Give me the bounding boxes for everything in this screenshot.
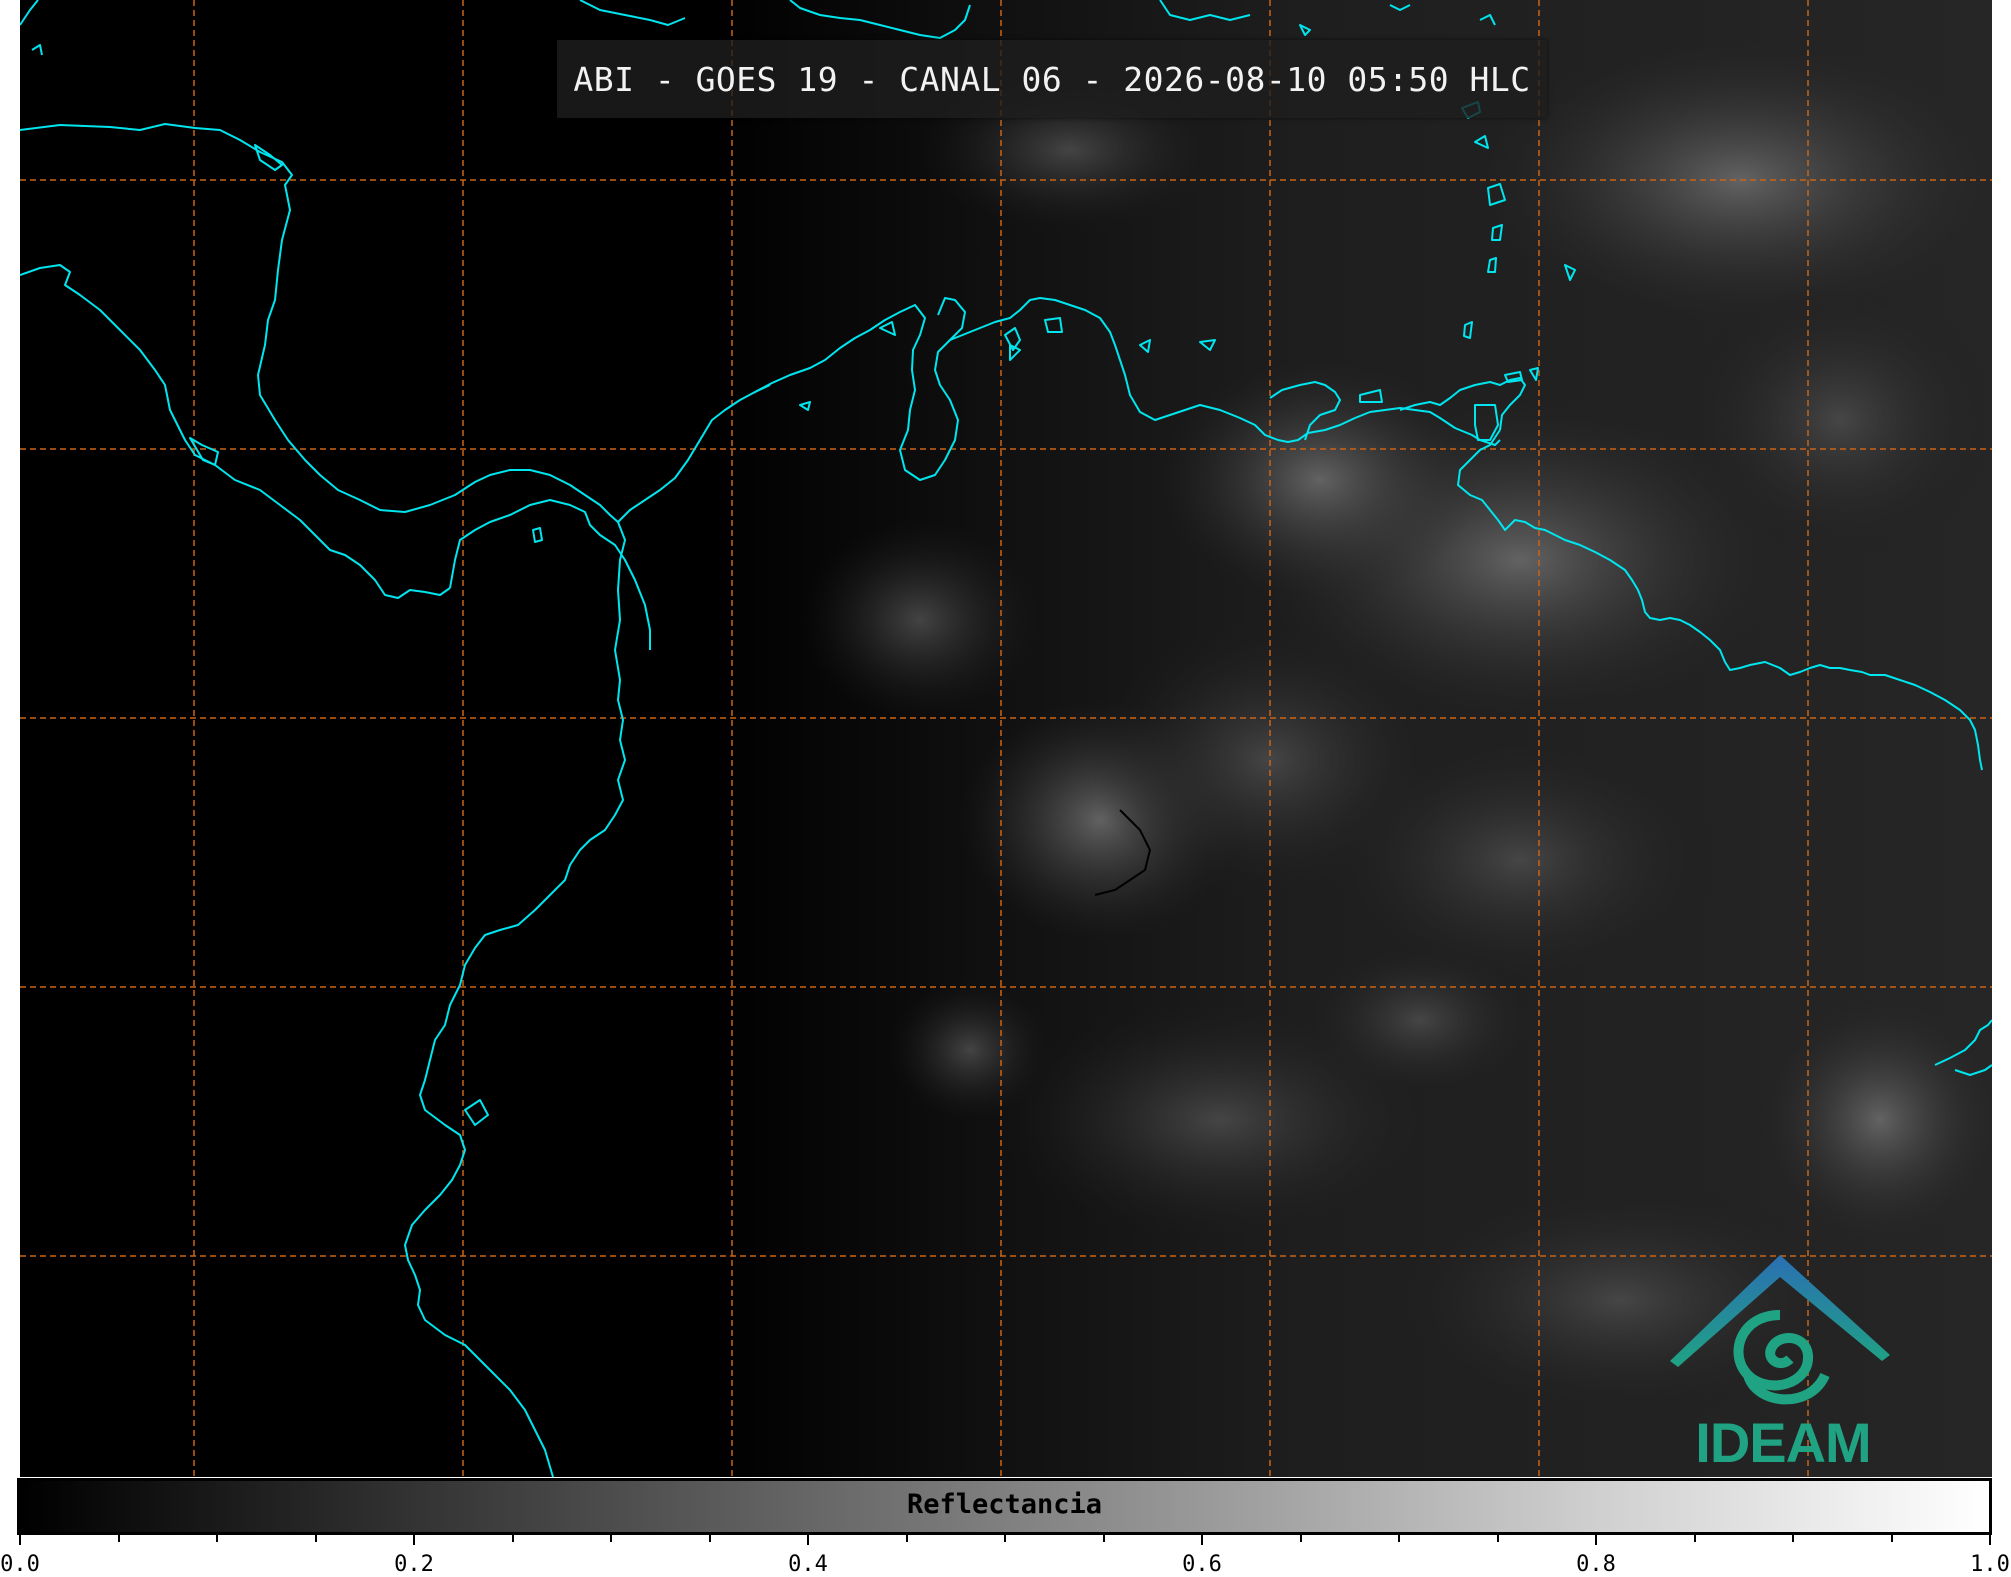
colorbar-tick xyxy=(807,1535,809,1545)
colorbar-tick xyxy=(1102,1535,1105,1542)
colorbar-axis: 0.0 0.2 0.4 0.6 0.8 1.0 xyxy=(0,1535,2011,1577)
colorbar-tick xyxy=(1299,1535,1302,1542)
colorbar-tick xyxy=(1693,1535,1696,1542)
colorbar: Reflectancia xyxy=(17,1478,1992,1535)
colorbar-tick-label: 0.2 xyxy=(394,1552,434,1577)
colorbar-tick xyxy=(511,1535,514,1542)
ideam-logo-text: IDEAM xyxy=(1695,1411,1871,1474)
image-title: ABI - GOES 19 - CANAL 06 - 2026-08-10 05… xyxy=(557,40,1547,118)
colorbar-tick xyxy=(1398,1535,1400,1542)
colorbar-tick xyxy=(905,1535,908,1542)
colorbar-label: Reflectancia xyxy=(906,1489,1103,1520)
colorbar-tick xyxy=(610,1535,612,1542)
colorbar-tick xyxy=(1792,1535,1794,1542)
colorbar-tick xyxy=(117,1535,120,1542)
colorbar-tick xyxy=(1595,1535,1597,1545)
colorbar-tick-label: 0.8 xyxy=(1576,1552,1616,1577)
colorbar-tick xyxy=(1989,1535,1991,1545)
satellite-image-view: ABI - GOES 19 - CANAL 06 - 2026-08-10 05… xyxy=(0,0,2011,1577)
satellite-map: ABI - GOES 19 - CANAL 06 - 2026-08-10 05… xyxy=(20,0,1992,1477)
colorbar-tick xyxy=(1201,1535,1203,1545)
colorbar-tick-label: 0.0 xyxy=(0,1552,40,1577)
colorbar-tick-label: 1.0 xyxy=(1970,1552,2010,1577)
colorbar-tick xyxy=(1004,1535,1006,1542)
colorbar-tick xyxy=(19,1535,21,1545)
colorbar-tick xyxy=(1496,1535,1499,1542)
colorbar-tick xyxy=(708,1535,711,1542)
colorbar-tick-label: 0.6 xyxy=(1182,1552,1222,1577)
colorbar-tick xyxy=(413,1535,415,1545)
colorbar-tick-label: 0.4 xyxy=(788,1552,828,1577)
colorbar-tick xyxy=(314,1535,317,1542)
colorbar-tick xyxy=(216,1535,218,1542)
colorbar-tick xyxy=(1890,1535,1893,1542)
